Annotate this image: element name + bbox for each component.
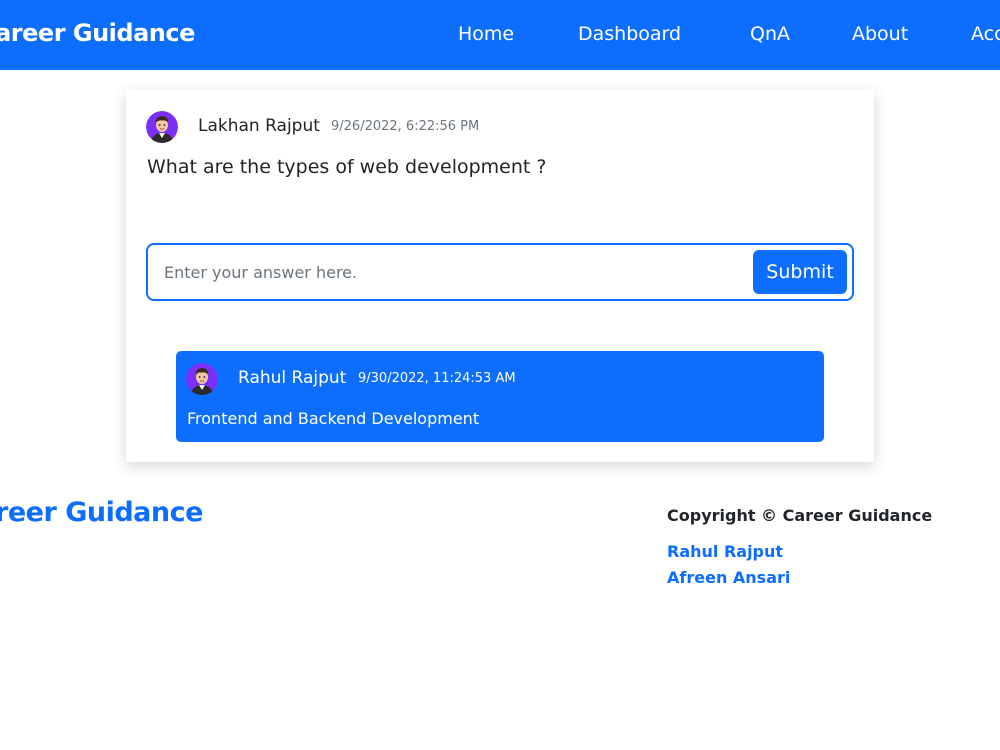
nav-link-qna[interactable]: QnA — [750, 23, 790, 45]
navbar: Career Guidance Home Dashboard QnA About… — [0, 0, 1000, 70]
question-timestamp: 9/26/2022, 6:22:56 PM — [331, 119, 480, 134]
footer-developer-link[interactable]: Afreen Ansari — [667, 568, 790, 587]
nav-link-about[interactable]: About — [852, 23, 908, 45]
nav-link-account[interactable]: Account — [971, 23, 1000, 45]
submit-button[interactable]: Submit — [753, 250, 847, 294]
footer-developer-link[interactable]: Rahul Rajput — [667, 542, 783, 561]
nav-link-dashboard[interactable]: Dashboard — [578, 23, 681, 45]
answer-input[interactable] — [150, 247, 746, 297]
footer-copyright: Copyright © Career Guidance — [667, 506, 933, 525]
answer-author: Rahul Rajput — [238, 368, 347, 388]
user-avatar-icon — [146, 111, 178, 143]
answer-item: Rahul Rajput 9/30/2022, 11:24:53 AM Fron… — [176, 351, 824, 442]
answer-text: Frontend and Backend Development — [187, 409, 480, 428]
navbar-brand[interactable]: Career Guidance — [0, 19, 195, 47]
nav-link-home[interactable]: Home — [458, 23, 514, 45]
footer-brand: Career Guidance — [0, 497, 203, 528]
user-avatar-icon — [186, 363, 218, 395]
answer-timestamp: 9/30/2022, 11:24:53 AM — [358, 371, 516, 386]
question-author: Lakhan Rajput — [198, 116, 320, 136]
question-card: Lakhan Rajput 9/26/2022, 6:22:56 PM What… — [126, 90, 874, 462]
question-text: What are the types of web development ? — [147, 156, 547, 178]
answer-form: Submit — [146, 243, 854, 301]
